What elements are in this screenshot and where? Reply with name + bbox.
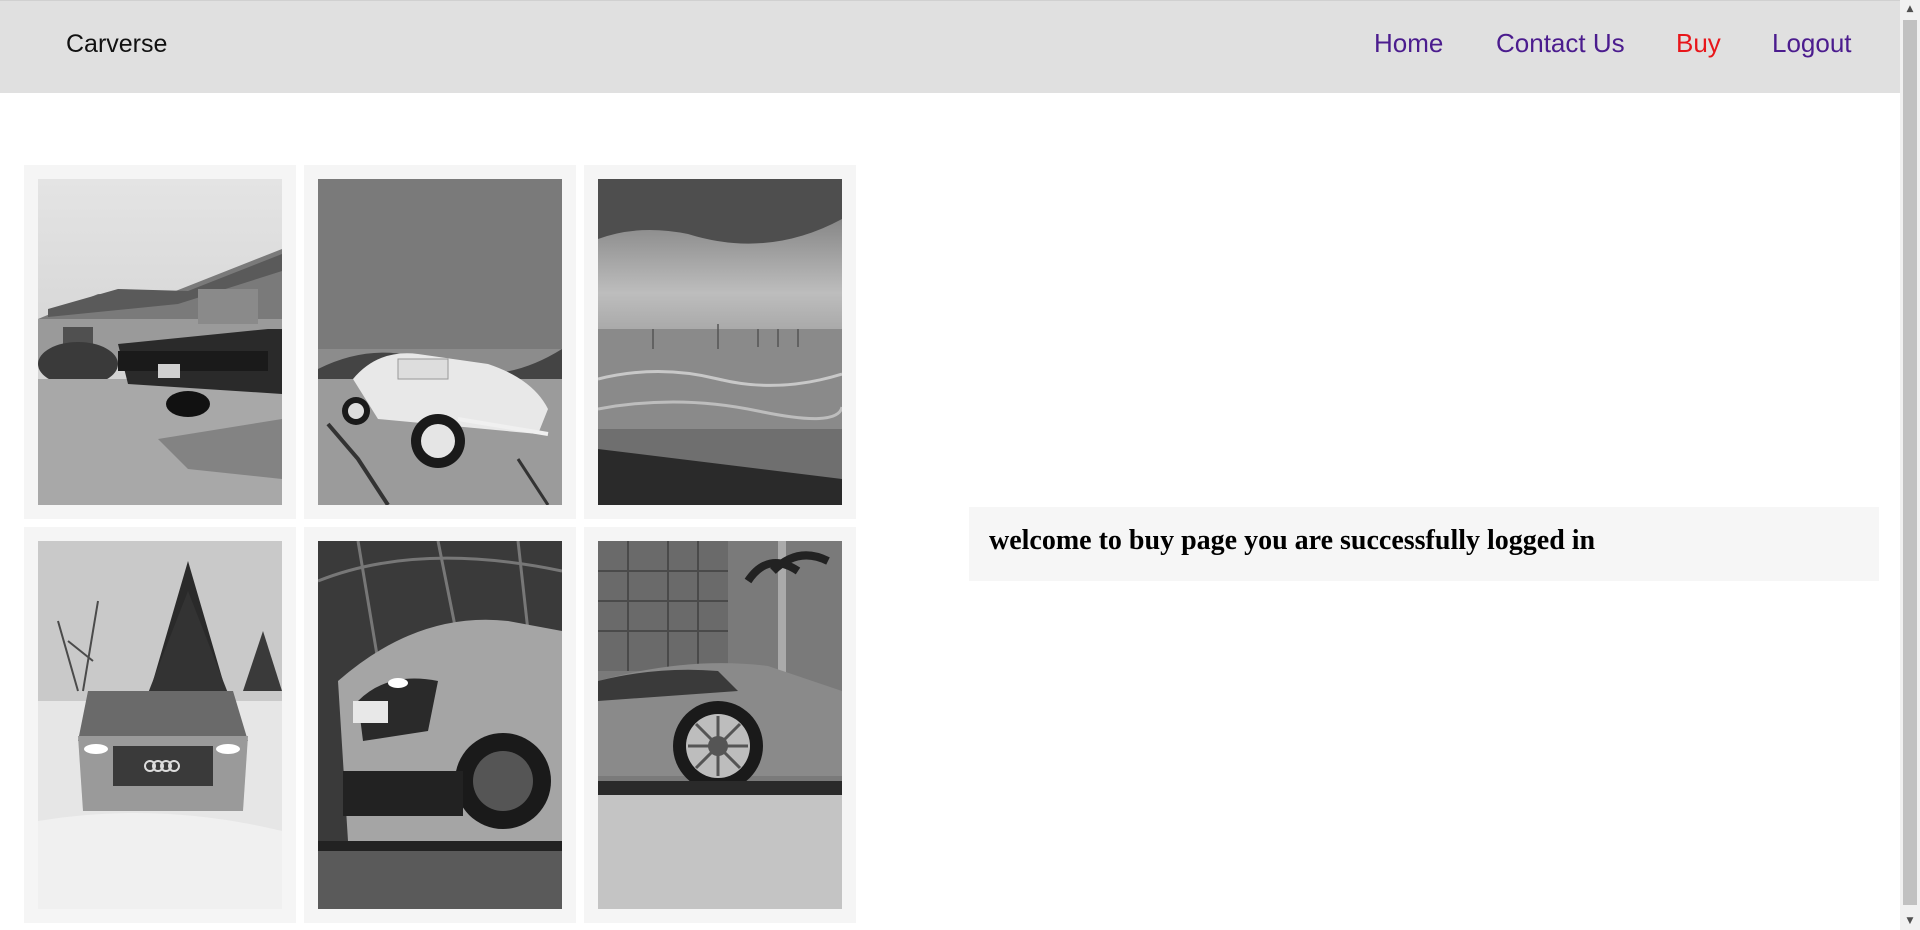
gallery-tile [304,527,576,923]
navbar: Carverse Home Contact Us Buy Logout [0,0,1900,93]
nav-link-buy[interactable]: Buy [1676,28,1721,59]
car-photo-vintage-roadster [318,179,562,505]
scrollbar-thumb[interactable] [1903,20,1917,905]
gallery-tile [304,165,576,519]
gallery-tile [24,165,296,519]
gallery-tile [24,527,296,923]
car-photo-audi-r8 [318,541,562,909]
brand-logo-text[interactable]: Carverse [66,30,167,59]
nav-link-contact-us[interactable]: Contact Us [1496,28,1625,59]
car-photo-audi-snow [38,541,282,909]
beach-photo-wind-turbines [598,179,842,505]
welcome-message: welcome to buy page you are successfully… [989,525,1596,556]
scroll-down-arrow-icon[interactable]: ▼ [1900,912,1920,930]
scroll-up-arrow-icon[interactable]: ▲ [1900,0,1920,18]
gallery-tile [584,165,856,519]
car-photo-classic-house [38,179,282,505]
car-photo-lamborghini [598,541,842,909]
nav-link-logout[interactable]: Logout [1772,28,1852,59]
page-scrollbar[interactable]: ▲ ▼ [1900,0,1920,930]
gallery-tile [584,527,856,923]
welcome-banner: welcome to buy page you are successfully… [969,507,1879,581]
nav-link-home[interactable]: Home [1374,28,1443,59]
